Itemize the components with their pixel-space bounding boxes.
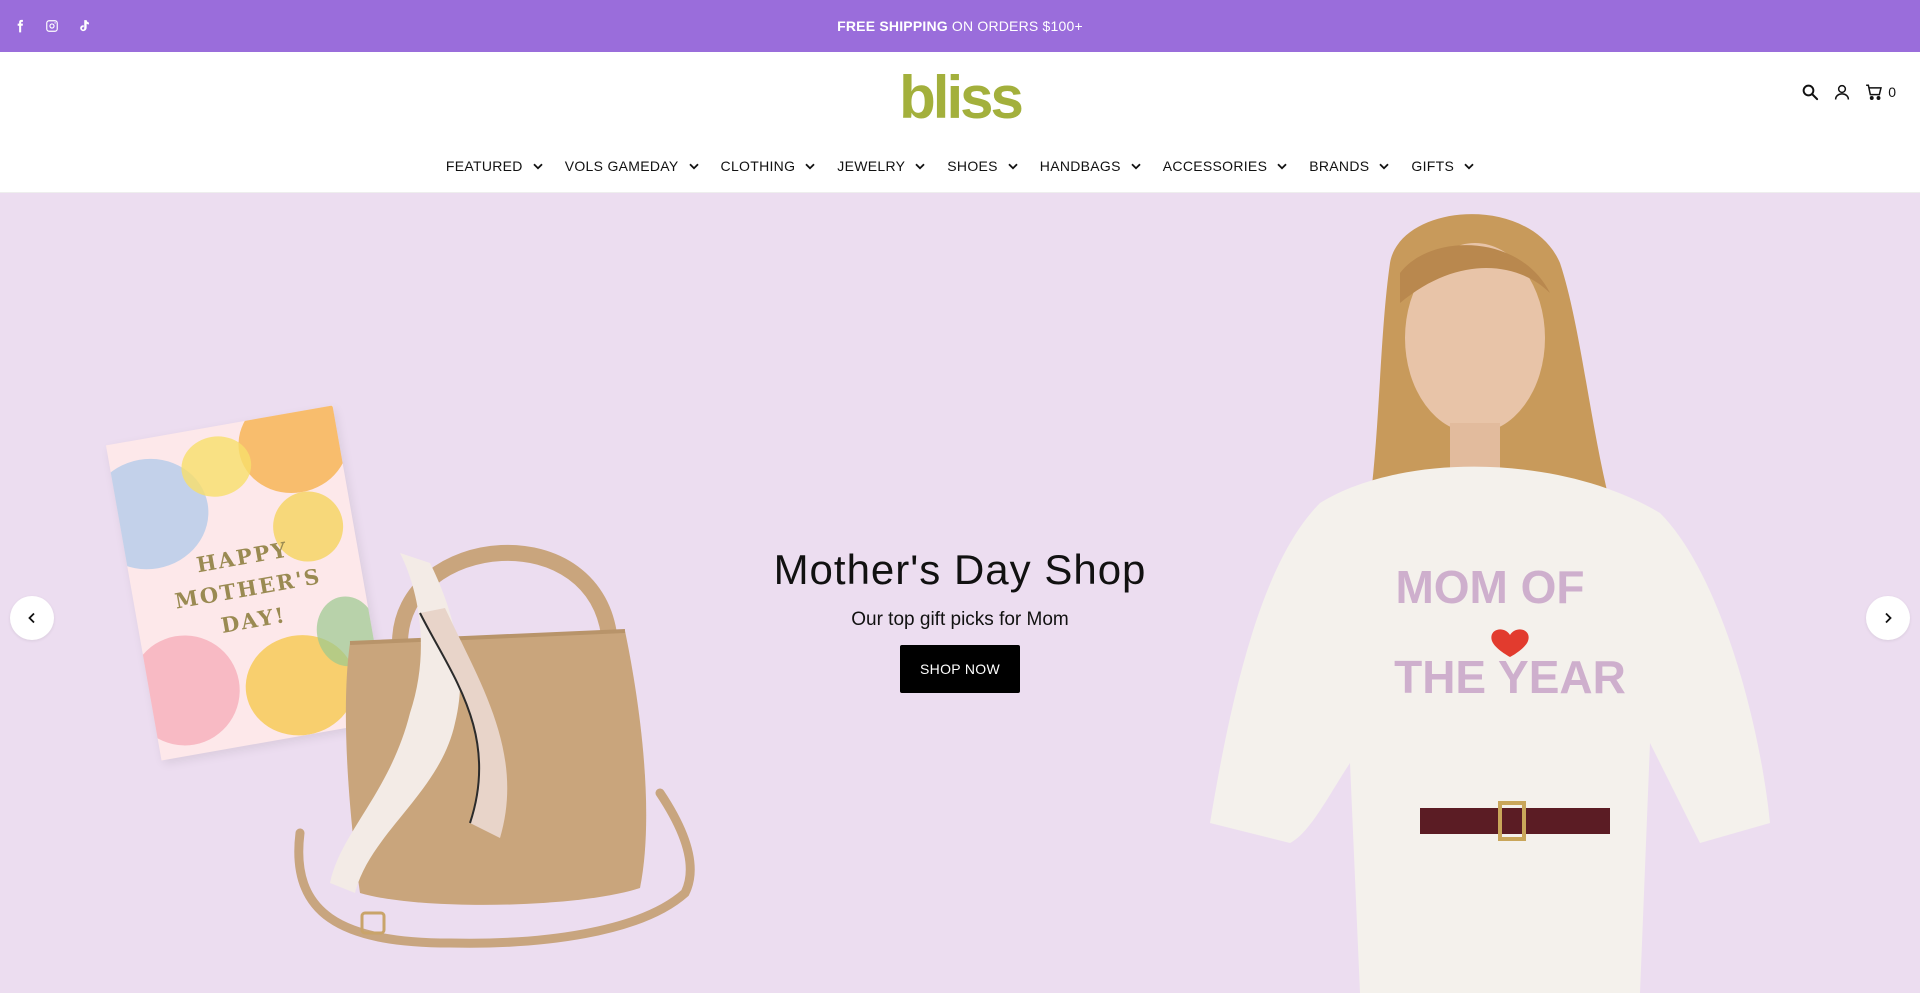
nav-item-label: JEWELRY <box>837 158 906 174</box>
nav-item-shoes[interactable]: SHOES <box>947 158 1018 174</box>
nav-item-label: CLOTHING <box>720 158 796 174</box>
nav-item-label: HANDBAGS <box>1039 158 1121 174</box>
announcement-bar: FREE SHIPPING ON ORDERS $100+ <box>0 0 1920 52</box>
cart-count: 0 <box>1888 84 1896 100</box>
site-logo[interactable]: bliss <box>0 60 1920 136</box>
chevron-down-icon <box>533 163 543 169</box>
nav-item-label: GIFTS <box>1411 158 1455 174</box>
nav-item-label: ACCESSORIES <box>1162 158 1268 174</box>
nav-item-gifts[interactable]: GIFTS <box>1411 158 1474 174</box>
nav-item-label: FEATURED <box>445 158 523 174</box>
chevron-down-icon <box>1008 163 1018 169</box>
chevron-down-icon <box>1464 163 1474 169</box>
nav-item-brands[interactable]: BRANDS <box>1309 158 1390 174</box>
hero-title: Mother's Day Shop <box>773 546 1147 593</box>
nav-item-vols-gameday[interactable]: VOLS GAMEDAY <box>565 158 699 174</box>
cart-button[interactable]: 0 <box>1864 82 1896 102</box>
announcement-bold: FREE SHIPPING <box>837 18 948 34</box>
chevron-down-icon <box>1379 163 1390 169</box>
nav-item-label: BRANDS <box>1309 158 1370 174</box>
slider-prev-button[interactable] <box>10 596 54 640</box>
chevron-down-icon <box>805 163 815 169</box>
chevron-down-icon <box>688 163 699 169</box>
nav-item-featured[interactable]: FEATURED <box>446 158 543 174</box>
account-icon[interactable] <box>1832 82 1852 102</box>
nav-item-jewelry[interactable]: JEWELRY <box>837 158 925 174</box>
nav-item-clothing[interactable]: CLOTHING <box>721 158 816 174</box>
hero-content: Mother's Day Shop Our top gift picks for… <box>0 545 1920 693</box>
shop-now-button[interactable]: SHOP NOW <box>900 645 1020 693</box>
hero-banner[interactable]: HAPPY MOTHER'S DAY! MOM OF THE YEAR Moth… <box>0 193 1920 993</box>
site-header: bliss 0 FEATURED VOLS GAMEDAY CLOTHING JEWE… <box>0 52 1920 193</box>
chevron-down-icon <box>915 163 925 169</box>
header-actions: 0 <box>1800 82 1896 102</box>
nav-item-label: VOLS GAMEDAY <box>564 158 679 174</box>
slider-next-button[interactable] <box>1866 596 1910 640</box>
hero-subtitle: Our top gift picks for Mom <box>851 609 1069 630</box>
search-icon[interactable] <box>1800 82 1820 102</box>
announcement-rest: ON ORDERS $100+ <box>951 18 1083 34</box>
chevron-right-icon <box>1885 612 1892 624</box>
nav-item-accessories[interactable]: ACCESSORIES <box>1163 158 1287 174</box>
nav-item-label: SHOES <box>947 158 998 174</box>
announcement-text: FREE SHIPPING ON ORDERS $100+ <box>0 0 1920 52</box>
chevron-down-icon <box>1277 163 1287 169</box>
cart-icon <box>1864 82 1884 102</box>
chevron-left-icon <box>28 612 35 624</box>
main-navigation: FEATURED VOLS GAMEDAY CLOTHING JEWELRY SHOES… <box>0 150 1920 182</box>
chevron-down-icon <box>1131 163 1141 169</box>
nav-item-handbags[interactable]: HANDBAGS <box>1040 158 1141 174</box>
